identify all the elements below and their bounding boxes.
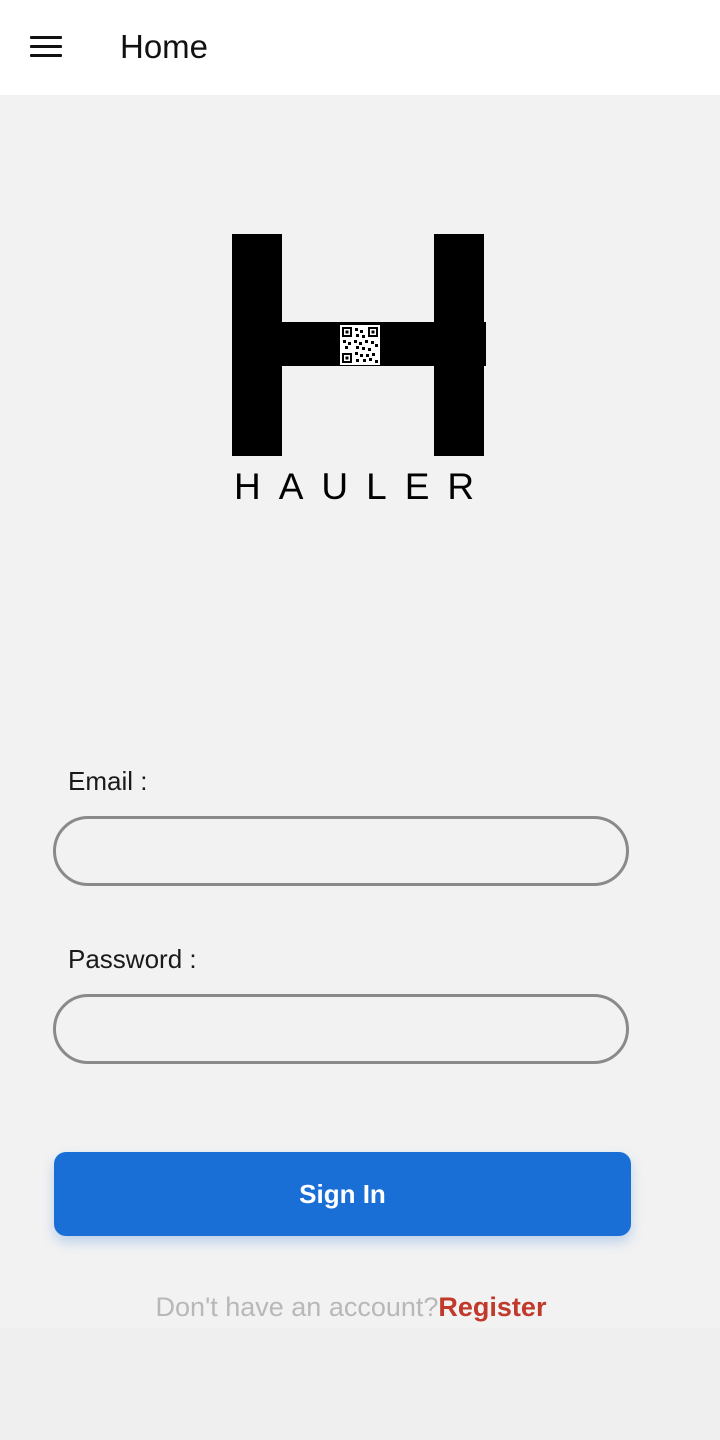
logo-brand-text: HAULER (234, 466, 493, 507)
email-label: Email : (68, 766, 148, 796)
hamburger-menu-icon[interactable] (30, 36, 62, 58)
sign-in-button[interactable]: Sign In (54, 1152, 631, 1236)
email-field[interactable] (53, 816, 629, 886)
password-label: Password : (68, 944, 197, 974)
logo-h-mark (232, 234, 486, 456)
app-bar: Home (0, 0, 720, 95)
no-account-text: Don't have an account? (155, 1292, 439, 1322)
register-prompt: Don't have an account?Register (0, 1292, 702, 1323)
page-title: Home (120, 28, 209, 65)
register-link[interactable]: Register (438, 1292, 546, 1322)
password-field[interactable] (53, 994, 629, 1064)
hauler-logo: HAULER (232, 234, 490, 507)
qr-code-icon (340, 325, 380, 365)
bottom-area (0, 1328, 720, 1440)
